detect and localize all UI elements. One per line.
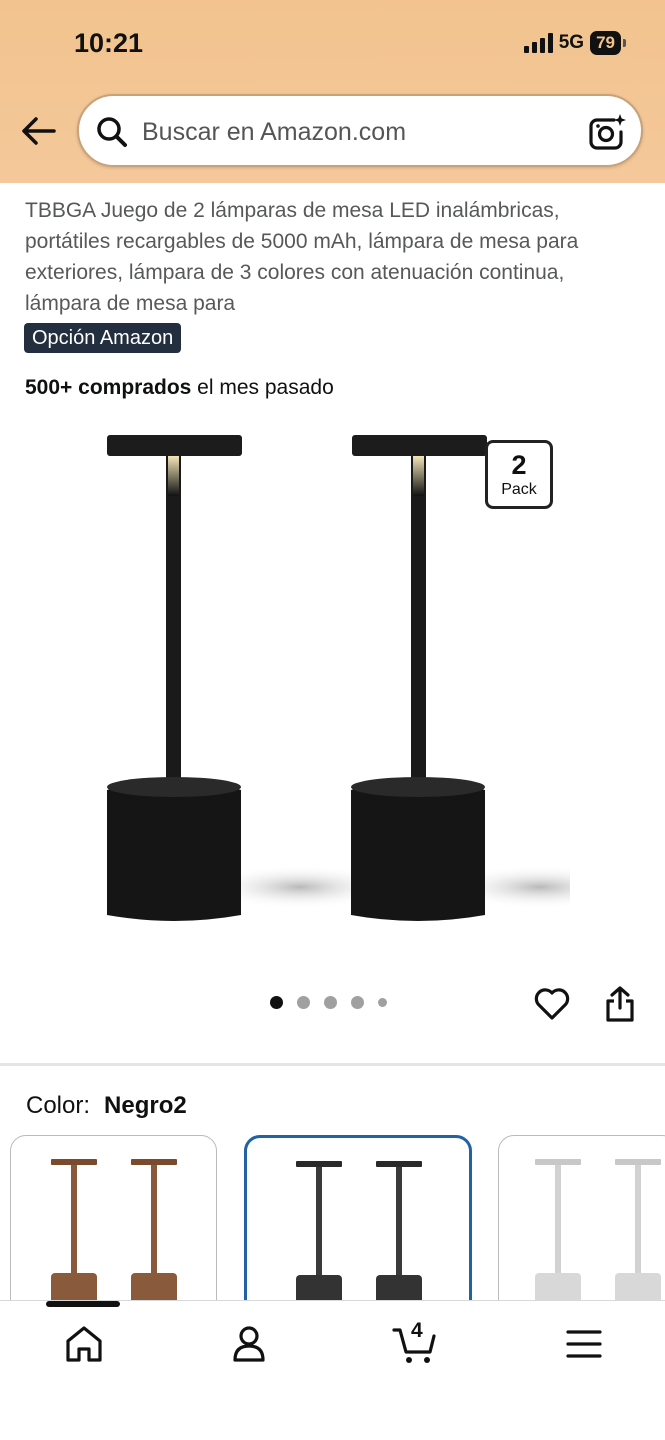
network-label: 5G [558,32,585,53]
search-bar[interactable]: Buscar en Amazon.com [77,94,643,167]
cart-button[interactable]: 4 [392,1319,438,1366]
camera-search-icon[interactable] [587,112,627,152]
home-icon[interactable] [62,1322,106,1366]
carousel-dot[interactable] [351,996,364,1009]
search-icon [97,117,127,147]
carousel-dot[interactable] [378,998,387,1007]
product-title[interactable]: TBBGA Juego de 2 lámparas de mesa LED in… [25,195,625,319]
menu-icon[interactable] [562,1322,606,1366]
pack-number: 2 [511,450,527,480]
carousel-dot[interactable] [324,996,337,1009]
account-icon[interactable] [227,1322,271,1366]
section-divider [0,1063,665,1066]
search-input[interactable]: Buscar en Amazon.com [142,118,406,147]
pack-badge: 2 Pack [485,440,553,509]
nav-active-indicator [46,1301,120,1307]
status-indicators: 5G 79 [523,31,626,55]
purchase-count-bold: 500+ comprados [25,376,192,399]
carousel-dot[interactable] [297,996,310,1009]
share-icon[interactable] [603,985,637,1023]
color-value: Negro2 [104,1092,187,1119]
status-bar: 10:21 5G 79 [0,0,665,90]
header: 10:21 5G 79 Buscar en Amazon.com [0,0,665,183]
pack-label: Pack [501,481,537,498]
color-selector-label: Color: Negro2 [26,1092,187,1120]
color-label: Color: [26,1092,91,1119]
image-carousel-dots [270,996,387,1009]
signal-icon [523,33,553,53]
battery-level: 79 [596,33,615,52]
amazon-choice-badge: Opción Amazon [24,323,182,353]
cart-count: 4 [411,1319,423,1342]
purchase-count: 500+ comprados el mes pasado [25,376,334,400]
carousel-dot[interactable] [270,996,283,1009]
status-time: 10:21 [74,28,144,58]
purchase-count-rest: el mes pasado [191,376,334,399]
back-arrow-icon[interactable] [20,112,58,150]
battery-icon: 79 [590,31,626,55]
heart-icon[interactable] [533,985,571,1023]
bottom-navigation [0,1300,665,1440]
